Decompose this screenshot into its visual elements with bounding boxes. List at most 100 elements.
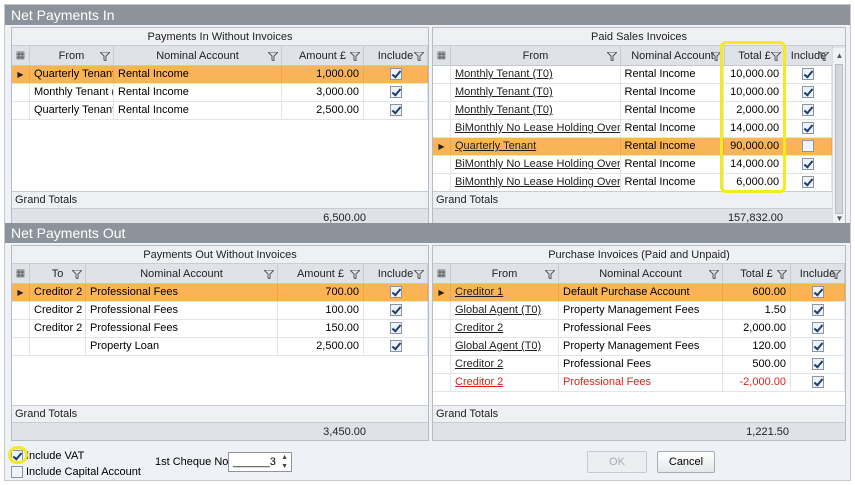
cell-from[interactable]: BiMonthly No Lease Holding Over [451,174,621,191]
cell-from[interactable]: Creditor 2 [451,374,559,391]
include-cell[interactable] [791,356,845,373]
table-row[interactable]: Global Agent (T0) Property Management Fee… [433,302,845,320]
table-row[interactable]: Creditor 2 Professional Fees 150.00 [12,320,428,338]
pin-col-nominal[interactable]: Nominal Account [114,46,282,65]
cell-from[interactable]: Creditor 2 [451,320,559,337]
table-row[interactable]: Monthly Tenant (T Rental Income 3,000.00 [12,84,428,102]
include-cell[interactable] [784,84,832,101]
include-cell[interactable] [784,120,832,137]
include-capital-option[interactable]: Include Capital Account [11,465,141,479]
include-cell[interactable] [791,338,845,355]
row-indicator-icon[interactable]: ▶ [12,284,30,301]
pout-col-nominal[interactable]: Nominal Account [86,264,278,283]
include-checkbox[interactable] [811,376,824,388]
cancel-button[interactable]: Cancel [657,451,715,473]
include-checkbox[interactable] [389,68,402,80]
psi-vertical-scrollbar[interactable]: ▲ ▼ [832,48,845,226]
table-row[interactable]: Global Agent (T0) Property Management Fee… [433,338,845,356]
row-selector[interactable] [433,66,451,83]
include-checkbox[interactable] [811,304,824,316]
include-cell[interactable] [364,84,428,101]
cell-from[interactable]: BiMonthly No Lease Holding Over [451,156,621,173]
table-row[interactable]: Creditor 2 Professional Fees 100.00 [12,302,428,320]
pout-col-to[interactable]: To [30,264,86,283]
include-cell[interactable] [784,138,832,155]
include-cell[interactable] [791,374,845,391]
row-indicator-icon[interactable]: ▶ [433,138,451,155]
filter-icon[interactable] [831,270,841,279]
include-checkbox[interactable] [811,358,824,370]
row-selector[interactable] [433,156,451,173]
column-chooser-icon[interactable]: ▦ [433,46,451,65]
include-cell[interactable] [791,320,845,337]
ok-button[interactable]: OK [587,451,647,473]
include-checkbox[interactable] [389,286,402,298]
include-checkbox[interactable] [801,122,814,134]
include-checkbox[interactable] [801,104,814,116]
include-checkbox[interactable] [811,286,824,298]
row-selector[interactable] [12,102,30,119]
include-cell[interactable] [784,156,832,173]
filter-icon[interactable] [819,52,829,61]
include-cell[interactable] [364,66,428,83]
include-checkbox[interactable] [801,68,814,80]
include-cell[interactable] [784,174,832,191]
row-selector[interactable] [433,102,451,119]
row-selector[interactable] [433,84,451,101]
pi-col-total[interactable]: Total £ [723,264,791,283]
row-selector[interactable] [433,120,451,137]
include-cell[interactable] [791,284,845,301]
table-row[interactable]: Creditor 2 Professional Fees 500.00 [433,356,845,374]
cell-from[interactable]: Global Agent (T0) [451,302,559,319]
include-checkbox[interactable] [389,322,402,334]
include-cell[interactable] [364,338,428,355]
psi-col-nominal[interactable]: Nominal Account [621,46,725,65]
include-checkbox[interactable] [389,340,402,352]
row-selector[interactable] [12,84,30,101]
cheque-number-value[interactable]: ______3 [233,455,276,469]
include-cell[interactable] [364,302,428,319]
column-chooser-icon[interactable]: ▦ [433,264,451,283]
include-cell[interactable] [784,66,832,83]
include-capital-checkbox[interactable] [11,466,23,478]
filter-icon[interactable] [777,270,787,279]
include-checkbox[interactable] [811,340,824,352]
filter-icon[interactable] [607,52,617,61]
cell-from[interactable]: Monthly Tenant (T0) [451,66,621,83]
pi-col-from[interactable]: From [451,264,559,283]
filter-icon[interactable] [268,52,278,61]
cell-from[interactable]: Quarterly Tenant [451,138,621,155]
filter-icon[interactable] [414,270,424,279]
psi-col-include[interactable]: Include [785,46,833,65]
column-chooser-icon[interactable]: ▦ [12,264,30,283]
filter-icon[interactable] [350,270,360,279]
include-checkbox[interactable] [389,86,402,98]
filter-icon[interactable] [709,270,719,279]
include-checkbox[interactable] [811,322,824,334]
table-row[interactable]: ▶ Creditor 1 Default Purchase Account 600.0… [433,284,845,302]
filter-icon[interactable] [264,270,274,279]
include-checkbox[interactable] [801,140,814,152]
include-cell[interactable] [364,102,428,119]
cell-from[interactable]: Global Agent (T0) [451,338,559,355]
scroll-down-icon[interactable]: ▼ [835,214,844,223]
table-row[interactable]: ▶ Creditor 2 Professional Fees 700.00 [12,284,428,302]
row-selector[interactable] [433,374,451,391]
cell-from[interactable]: Creditor 2 [451,356,559,373]
filter-icon[interactable] [414,52,424,61]
row-indicator-icon[interactable]: ▶ [12,66,30,83]
cell-from[interactable]: Creditor 1 [451,284,559,301]
include-checkbox[interactable] [389,304,402,316]
table-row[interactable]: Creditor 2 Professional Fees 2,000.00 [433,320,845,338]
table-row[interactable]: Quarterly Tenant Rental Income 2,500.00 [12,102,428,120]
table-row[interactable]: Property Loan 2,500.00 [12,338,428,356]
cell-from[interactable]: BiMonthly No Lease Holding Over [451,120,621,137]
pi-col-include[interactable]: Include [791,264,845,283]
row-indicator-icon[interactable]: ▶ [433,284,451,301]
include-checkbox[interactable] [389,104,402,116]
cell-from[interactable]: Monthly Tenant (T0) [451,84,621,101]
pin-col-from[interactable]: From [30,46,114,65]
pin-col-amount[interactable]: Amount £ [282,46,364,65]
pi-col-nominal[interactable]: Nominal Account [559,264,723,283]
include-cell[interactable] [364,284,428,301]
